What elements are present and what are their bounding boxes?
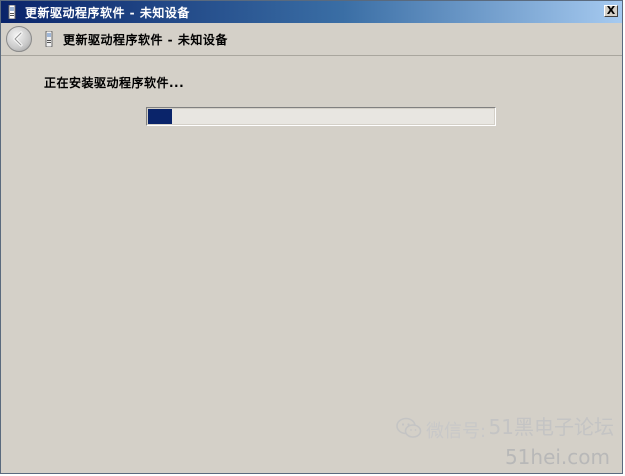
title-bar[interactable]: 更新驱动程序软件 - 未知设备 X xyxy=(1,1,622,23)
wizard-title: 更新驱动程序软件 - 未知设备 xyxy=(63,33,228,47)
update-driver-window: 更新驱动程序软件 - 未知设备 X 更新驱动程序软件 - 未知设备 正在安装驱动… xyxy=(0,0,623,474)
device-header-icon xyxy=(45,31,53,47)
back-button[interactable] xyxy=(6,26,32,52)
wechat-icon xyxy=(396,417,422,438)
wizard-header: 更新驱动程序软件 - 未知设备 xyxy=(1,23,622,56)
close-button[interactable]: X xyxy=(604,5,618,17)
watermark-wechat-label: 微信号: xyxy=(426,421,487,442)
install-progress-bar xyxy=(146,107,496,126)
installing-status-text: 正在安装驱动程序软件... xyxy=(44,76,185,90)
watermark-forum-name: 51黑电子论坛 xyxy=(488,415,614,439)
close-icon: X xyxy=(606,4,616,17)
window-title: 更新驱动程序软件 - 未知设备 xyxy=(25,6,190,20)
watermark: 51黑电子论坛 微信号: 51hei.com xyxy=(394,411,614,469)
progress-fill xyxy=(148,109,173,124)
device-icon xyxy=(8,5,16,19)
back-arrow-icon xyxy=(13,31,23,47)
watermark-site: 51hei.com xyxy=(504,445,610,469)
